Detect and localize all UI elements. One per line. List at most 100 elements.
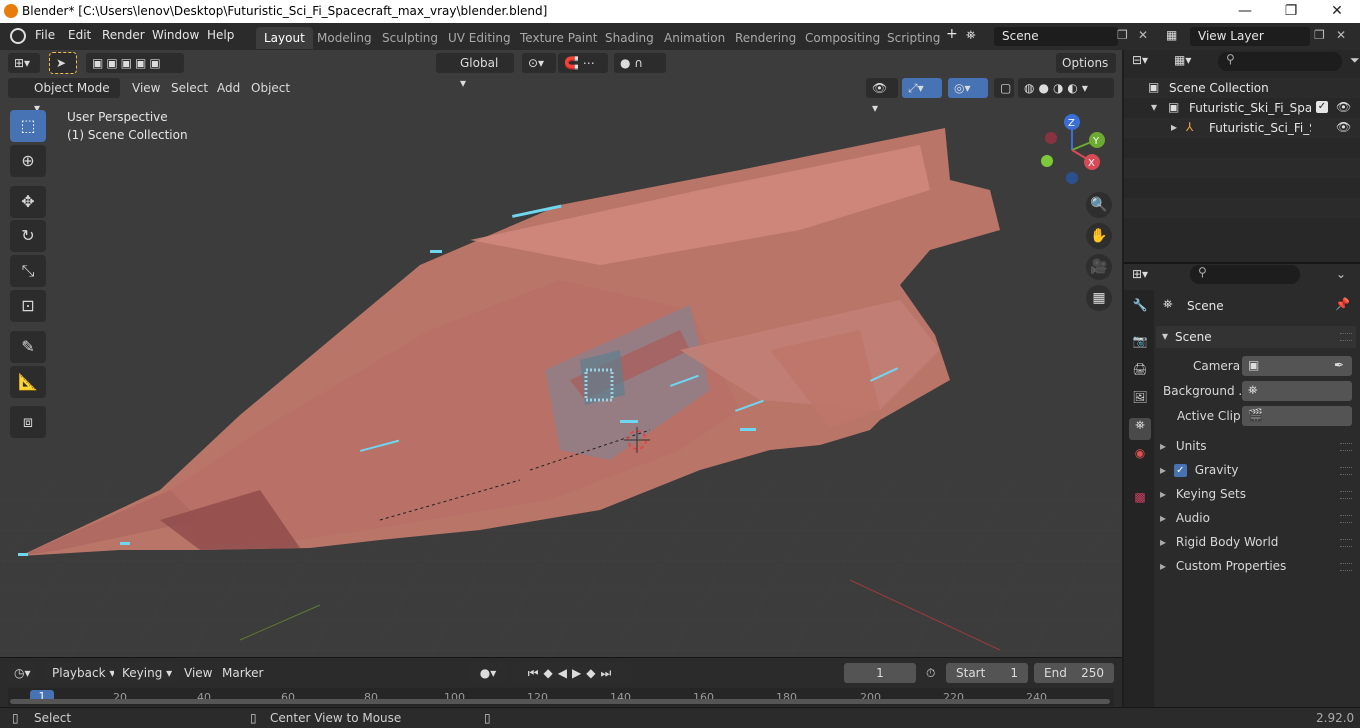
timeline-menu-view[interactable]: View — [184, 663, 212, 683]
orientation-dropdown[interactable]: Global ▾ — [436, 53, 514, 90]
eyedropper-icon[interactable]: ✒ — [1334, 358, 1344, 372]
current-frame-field[interactable]: 1 — [844, 663, 916, 683]
playback-dropdown[interactable]: Playback ▾ — [44, 663, 124, 683]
pivot-dropdown[interactable]: ⊙▾ — [522, 53, 556, 73]
background-scene-field[interactable]: ⛯ — [1242, 381, 1352, 401]
blender-menu-icon[interactable] — [10, 28, 26, 44]
tab-sculpting[interactable]: Sculpting — [374, 27, 446, 49]
tool-annotate[interactable]: ✎ — [10, 331, 46, 363]
timeline-scrollbar[interactable] — [10, 699, 1110, 704]
panel-rigid-body-world[interactable]: ▸ Rigid Body World — [1160, 532, 1350, 552]
drag-grip-icon[interactable] — [1340, 515, 1352, 523]
options-dropdown[interactable]: Options ▾ — [1056, 53, 1116, 90]
outliner-editor-type-button[interactable]: ⊟▾ — [1132, 53, 1148, 67]
proportional-edit-button[interactable]: ● ∩ — [614, 53, 666, 73]
overlay-toggle[interactable]: ◎▾ — [948, 78, 988, 98]
menu-help[interactable]: Help — [207, 28, 234, 42]
menu-edit[interactable]: Edit — [68, 28, 91, 42]
new-scene-icon[interactable]: ❐ — [1117, 28, 1128, 42]
properties-options-icon[interactable]: ⌄ — [1336, 267, 1346, 281]
camera-field[interactable]: ▣ ✒ — [1242, 356, 1352, 376]
scene-name-field[interactable]: Scene — [994, 27, 1118, 46]
tab-shading[interactable]: Shading — [597, 27, 662, 49]
maximize-icon[interactable]: ❐ — [1268, 0, 1314, 23]
tab-layout[interactable]: Layout — [256, 27, 313, 49]
pan-hand-icon[interactable]: ✋ — [1086, 223, 1112, 249]
expand-arrow-icon[interactable]: ▾ — [1151, 100, 1157, 114]
editor-type-button[interactable]: ⊞▾ — [8, 53, 40, 73]
tool-add-cube[interactable]: ⧈ — [10, 406, 46, 438]
drag-grip-icon[interactable] — [1340, 333, 1352, 341]
outliner-row-object[interactable]: ▸ ⅄ Futuristic_Sci_Fi_Spa 👁 — [1124, 118, 1360, 138]
viewport-menu-select[interactable]: Select — [165, 78, 214, 98]
gravity-checkbox[interactable]: ✓ — [1173, 464, 1187, 477]
exclude-checkbox[interactable]: ✓ — [1316, 101, 1328, 113]
gizmo-toggle[interactable]: ⤢▾ — [902, 78, 942, 98]
panel-keying-sets[interactable]: ▸ Keying Sets — [1160, 484, 1350, 504]
ortho-grid-icon[interactable]: ▦ — [1086, 285, 1112, 311]
tool-rotate[interactable]: ↻ — [10, 220, 46, 252]
menu-render[interactable]: Render — [102, 28, 145, 42]
active-clip-field[interactable]: 🎬 — [1242, 406, 1352, 426]
tab-rendering[interactable]: Rendering — [727, 27, 804, 49]
display-mode-dropdown[interactable]: ▦▾ — [1174, 53, 1191, 67]
view-layer-icon[interactable]: ▦ — [1166, 28, 1177, 42]
close-icon[interactable]: ✕ — [1314, 0, 1360, 23]
properties-search-input[interactable]: ⚲ — [1190, 265, 1300, 284]
drag-grip-icon[interactable] — [1340, 563, 1352, 571]
timeline-menu-marker[interactable]: Marker — [222, 663, 263, 683]
snap-button[interactable]: 🧲 ⋯ — [558, 53, 608, 73]
filter-icon[interactable]: ⏷ — [1350, 53, 1360, 68]
panel-audio[interactable]: ▸ Audio — [1160, 508, 1350, 528]
outliner-search-input[interactable]: ⚲ — [1218, 52, 1342, 71]
tool-cursor[interactable]: ⊕ — [10, 145, 46, 177]
delete-view-layer-icon[interactable]: ✕ — [1336, 28, 1346, 42]
view-layer-field[interactable]: View Layer — [1190, 27, 1310, 46]
3d-viewport[interactable]: ⊞▾ ➤ ▣▣▣▣▣ Global ▾ ⊙▾ 🧲 ⋯ ● ∩ Options ▾… — [0, 50, 1122, 657]
timeline-editor-type-button[interactable]: ◷▾ — [8, 663, 37, 683]
delete-scene-icon[interactable]: ✕ — [1138, 28, 1148, 42]
playback-controls[interactable]: ⏮◆◀▶◆⏭ — [512, 663, 632, 683]
view-layer-tab-icon[interactable]: 🖼 — [1129, 390, 1151, 412]
viewport-menu-add[interactable]: Add — [211, 78, 246, 98]
eye-icon[interactable]: 👁 — [1336, 120, 1351, 134]
selection-mode-icons[interactable]: ▣▣▣▣▣ — [86, 53, 184, 73]
scene-icon[interactable]: ⛯ — [966, 28, 990, 46]
record-button[interactable]: ●▾ — [470, 663, 506, 683]
tool-measure[interactable]: 📐 — [10, 366, 46, 398]
select-tool-button[interactable]: ➤ — [49, 52, 77, 74]
viewport-menu-object[interactable]: Object — [245, 78, 296, 98]
panel-gravity[interactable]: ▸ ✓ Gravity — [1160, 460, 1350, 480]
properties-editor-type-button[interactable]: ⊞▾ — [1132, 267, 1148, 281]
tab-modeling[interactable]: Modeling — [309, 27, 380, 49]
texture-tab-icon[interactable]: ▩ — [1129, 490, 1151, 512]
output-tab-icon[interactable]: 🖨 — [1129, 362, 1151, 384]
mode-dropdown[interactable]: Object Mode ▾ — [8, 78, 120, 115]
world-tab-icon[interactable]: ◉ — [1129, 446, 1151, 468]
outliner-row-scene-collection[interactable]: ▣ Scene Collection — [1124, 78, 1360, 98]
drag-grip-icon[interactable] — [1340, 443, 1352, 451]
minimize-icon[interactable]: — — [1222, 0, 1268, 23]
tool-select-box[interactable]: ⬚ — [10, 110, 46, 142]
panel-units[interactable]: ▸ Units — [1160, 436, 1350, 456]
start-frame-field[interactable]: Start 1 — [946, 663, 1028, 683]
viewport-menu-view[interactable]: View — [126, 78, 166, 98]
camera-view-icon[interactable]: 🎥 — [1086, 254, 1112, 280]
drag-grip-icon[interactable] — [1340, 467, 1352, 475]
zoom-icon[interactable]: 🔍 — [1086, 192, 1112, 218]
xray-toggle[interactable]: ▢ — [994, 78, 1014, 98]
scene-section-header[interactable]: ▾ Scene — [1156, 326, 1356, 348]
tab-animation[interactable]: Animation — [656, 27, 733, 49]
end-frame-field[interactable]: End 250 — [1034, 663, 1114, 683]
tool-move[interactable]: ✥ — [10, 186, 46, 218]
tab-scripting[interactable]: Scripting — [879, 27, 948, 49]
keying-dropdown[interactable]: Keying ▾ — [114, 663, 181, 683]
drag-grip-icon[interactable] — [1340, 491, 1352, 499]
add-workspace-icon[interactable]: + — [946, 26, 958, 42]
tab-texture-paint[interactable]: Texture Paint — [512, 27, 605, 49]
menu-window[interactable]: Window — [152, 28, 199, 42]
expand-arrow-icon[interactable]: ▸ — [1171, 120, 1177, 134]
scene-tab-icon[interactable]: ⛯ — [1129, 418, 1151, 440]
tab-compositing[interactable]: Compositing — [797, 27, 888, 49]
new-view-layer-icon[interactable]: ❐ — [1314, 28, 1325, 42]
